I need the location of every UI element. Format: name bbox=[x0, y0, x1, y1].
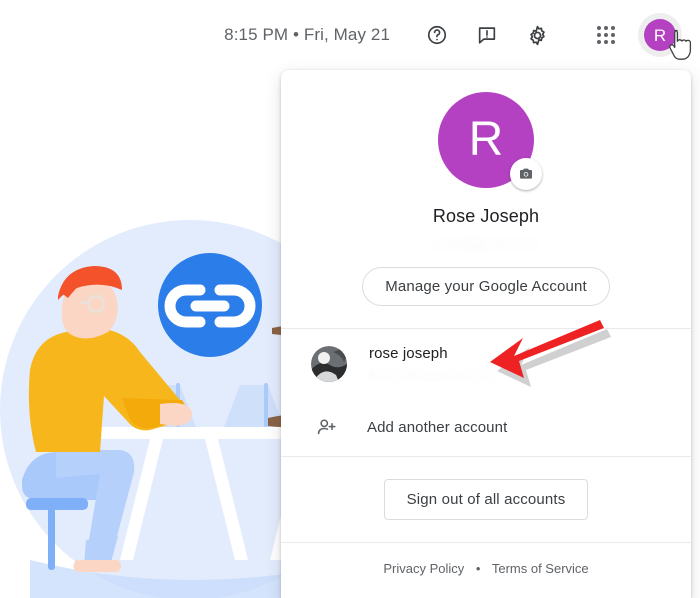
datetime-text: 8:15 PM • Fri, May 21 bbox=[224, 25, 390, 45]
privacy-policy-link[interactable]: Privacy Policy bbox=[383, 561, 464, 576]
add-another-account-label: Add another account bbox=[367, 419, 507, 436]
primary-email-text: rose@gmail.com bbox=[433, 233, 538, 249]
secondary-account-name: rose joseph bbox=[369, 345, 549, 362]
primary-account-name: Rose Joseph bbox=[281, 206, 691, 227]
primary-account-block: R Rose Joseph rose@gmail.com Manage your… bbox=[281, 70, 691, 306]
account-avatar-button[interactable]: R bbox=[638, 13, 682, 57]
secondary-email-text: rose1985@gmail.com bbox=[369, 366, 496, 381]
settings-gear-icon[interactable] bbox=[517, 15, 557, 55]
primary-avatar-wrap: R bbox=[438, 92, 534, 188]
manage-google-account-button[interactable]: Manage your Google Account bbox=[362, 267, 610, 306]
sign-out-all-accounts-button[interactable]: Sign out of all accounts bbox=[384, 479, 589, 520]
help-icon[interactable] bbox=[417, 15, 457, 55]
secondary-account-avatar bbox=[311, 346, 347, 382]
secondary-account-email-redacted: rose1985@gmail.com bbox=[369, 364, 549, 382]
secondary-account-row[interactable]: rose joseph rose1985@gmail.com bbox=[281, 329, 691, 398]
person-add-icon bbox=[315, 416, 339, 438]
apps-grid-dots bbox=[597, 26, 615, 44]
add-another-account-row[interactable]: Add another account bbox=[281, 398, 691, 456]
camera-icon[interactable] bbox=[510, 158, 542, 190]
avatar-initial: R bbox=[644, 19, 676, 51]
signout-section: Sign out of all accounts bbox=[281, 457, 691, 542]
primary-account-email-redacted: rose@gmail.com bbox=[381, 231, 591, 251]
apps-grid-icon[interactable] bbox=[586, 15, 626, 55]
terms-of-service-link[interactable]: Terms of Service bbox=[492, 561, 589, 576]
secondary-account-text: rose joseph rose1985@gmail.com bbox=[369, 345, 549, 382]
primary-account-section: R Rose Joseph rose@gmail.com Manage your… bbox=[281, 70, 691, 306]
top-app-bar: 8:15 PM • Fri, May 21 R bbox=[0, 0, 700, 70]
feedback-icon[interactable] bbox=[467, 15, 507, 55]
footer-separator: • bbox=[476, 561, 481, 576]
menu-footer: Privacy Policy • Terms of Service bbox=[281, 543, 691, 592]
account-dropdown-panel: R Rose Joseph rose@gmail.com Manage your… bbox=[281, 70, 691, 598]
